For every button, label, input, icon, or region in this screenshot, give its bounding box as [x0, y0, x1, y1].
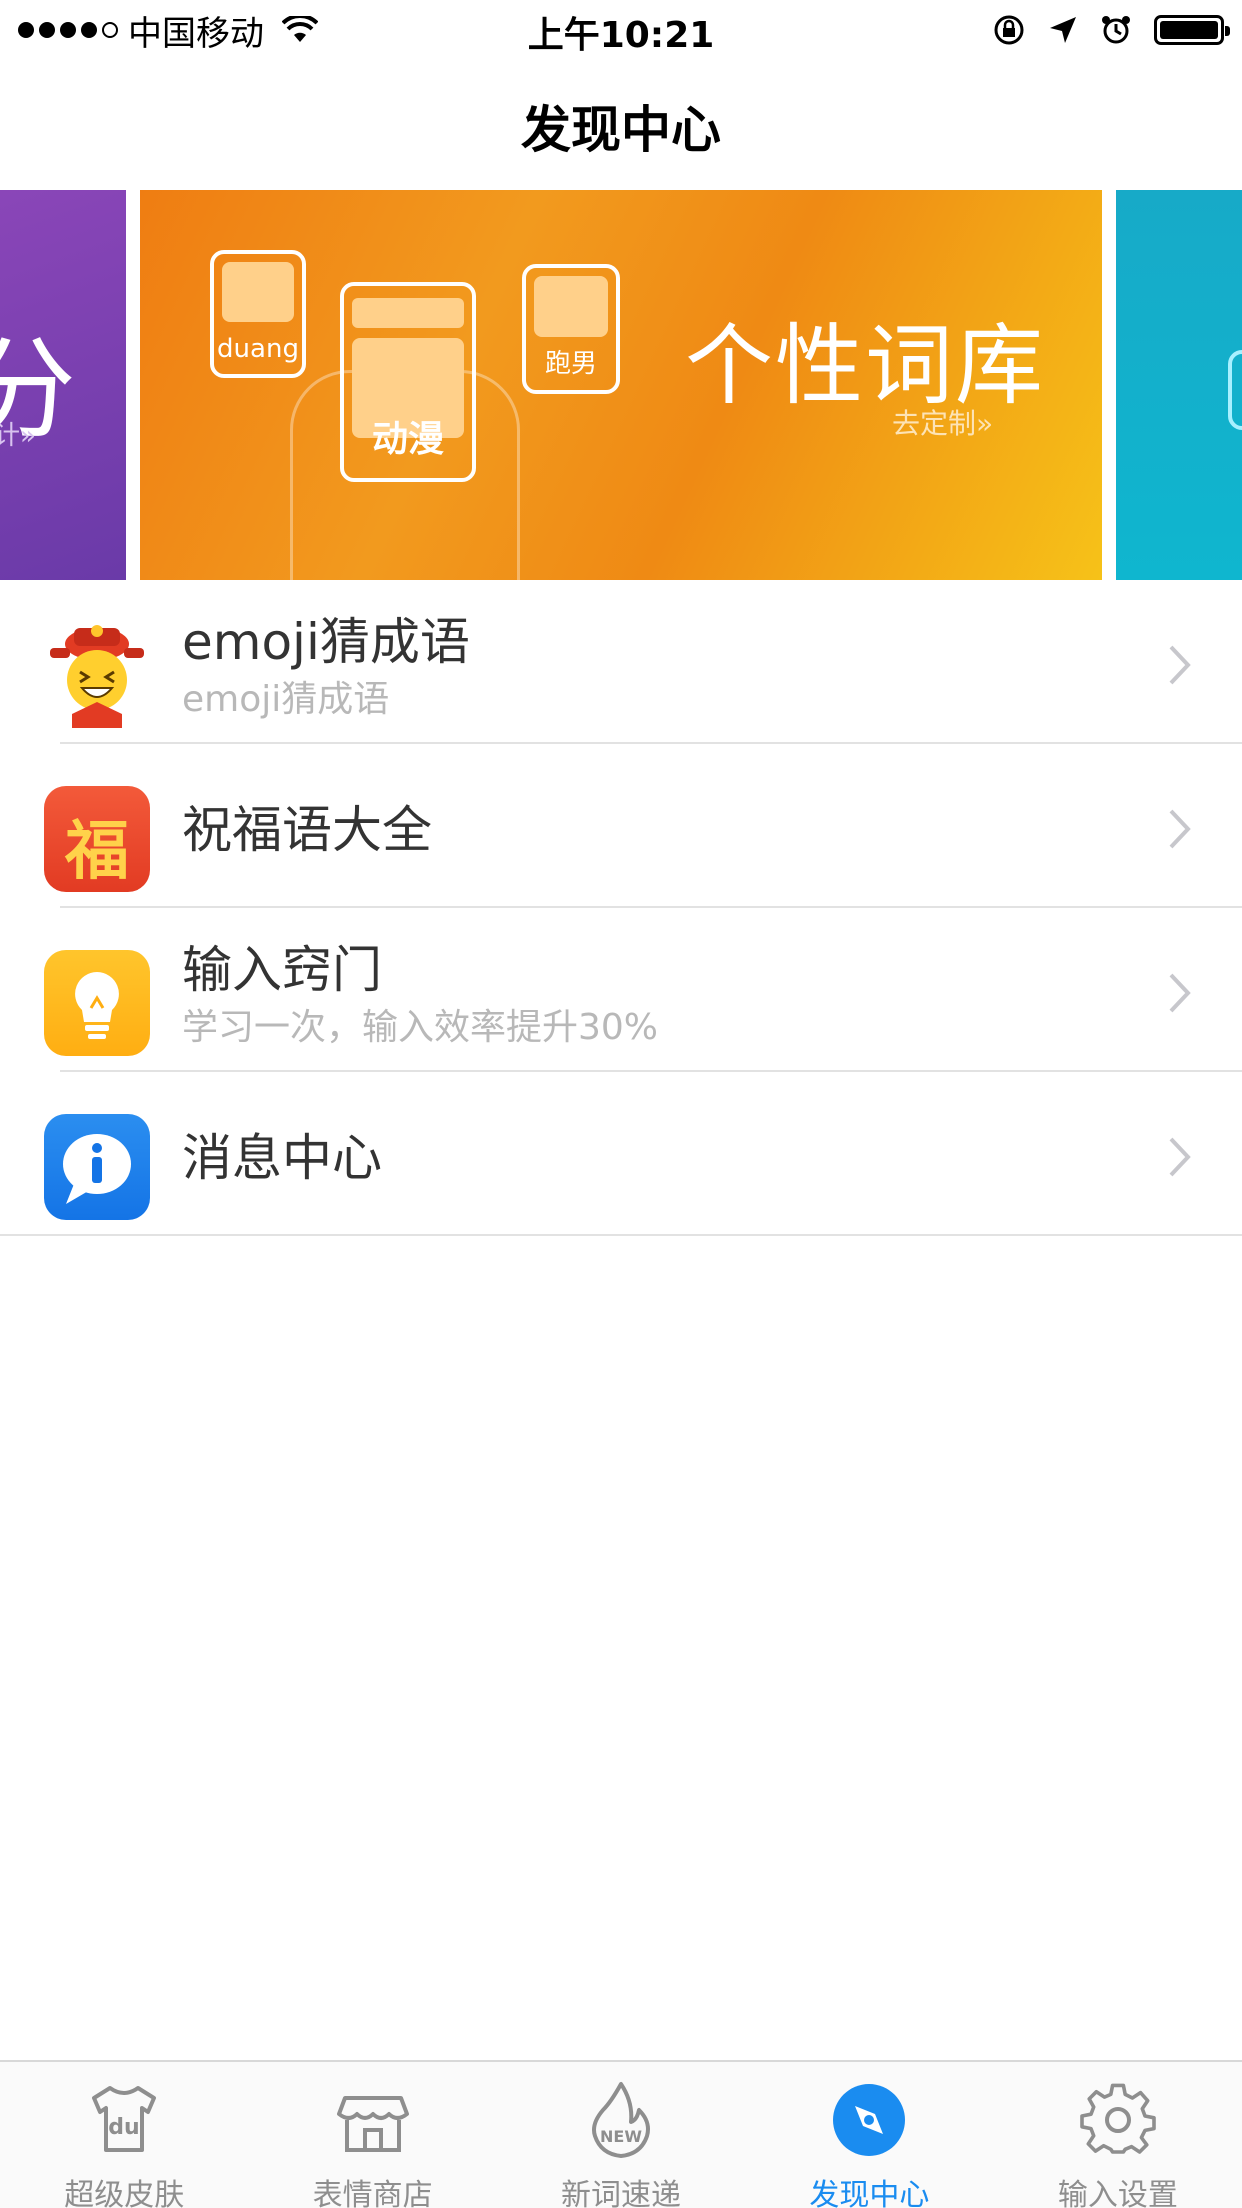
list-item-title: 消息中心	[182, 1129, 382, 1187]
tshirt-du-icon: du	[92, 2086, 157, 2152]
banner-slide-custom-lexicon[interactable]: duang 动漫 跑男 个性词库 去定制»	[140, 190, 1102, 580]
tab-label: 发现中心	[809, 2178, 930, 2208]
lightbulb-icon	[44, 950, 150, 1056]
blessing-fu-icon: 福	[44, 786, 150, 892]
tab-label: 表情商店	[312, 2178, 433, 2208]
list-item-input-tips[interactable]: 输入窍门 学习一次，输入效率提升30%	[0, 908, 1242, 1072]
chevron-right-icon	[1169, 973, 1191, 1013]
list-item-title: 输入窍门	[182, 941, 382, 999]
tab-label: 超级皮肤	[64, 2178, 185, 2208]
list-item-subtitle: 学习一次，输入效率提升30%	[182, 1007, 659, 1048]
discover-list: emoji猜成语 emoji猜成语 福 祝福语大全 输入窍门 学习一次，输入效率…	[0, 580, 1242, 1236]
sticker-label-duang: duang	[217, 334, 299, 364]
tab-new-words[interactable]: NEW 新词速递	[497, 2062, 745, 2208]
list-item-emoji-idiom[interactable]: emoji猜成语 emoji猜成语	[0, 580, 1242, 744]
svg-text:du: du	[108, 2115, 139, 2140]
emoji-official-icon	[44, 622, 150, 728]
chevron-right-icon	[1169, 645, 1191, 685]
tab-super-skins[interactable]: du 超级皮肤	[0, 2062, 248, 2208]
list-item-message-center[interactable]: 消息中心	[0, 1072, 1242, 1236]
list-item-subtitle: emoji猜成语	[182, 679, 390, 720]
banner-customize-link[interactable]: 去定制»	[892, 402, 993, 442]
banner-slide-prev[interactable]: 分 计»	[0, 190, 126, 580]
store-icon	[336, 2096, 409, 2152]
tab-bar: du 超级皮肤 表情商店 NEW 新词速递 发现中心 输入设置	[0, 2060, 1242, 2208]
list-item-title: emoji猜成语	[182, 613, 470, 671]
page-title: 发现中心	[521, 101, 721, 159]
info-bubble-icon	[44, 1114, 150, 1220]
svg-text:NEW: NEW	[600, 2127, 642, 2146]
banner-slide-next[interactable]	[1116, 190, 1242, 580]
tab-discover-center[interactable]: 发现中心	[745, 2062, 993, 2208]
rotation-lock-icon	[994, 15, 1024, 45]
runner-sticker-illustration: 跑男	[522, 264, 620, 394]
banner-prev-link: 计»	[0, 421, 36, 451]
tab-input-settings[interactable]: 输入设置	[994, 2062, 1242, 2208]
chevron-right-icon	[1169, 1137, 1191, 1177]
tab-label: 新词速递	[561, 2178, 682, 2208]
list-item-title: 祝福语大全	[182, 801, 432, 859]
banner-next-shape	[1228, 350, 1242, 430]
status-right	[992, 8, 1230, 52]
compass-icon	[833, 2084, 906, 2156]
alarm-icon	[1102, 16, 1130, 44]
gear-icon	[1080, 2083, 1156, 2154]
tab-emoji-store[interactable]: 表情商店	[248, 2062, 496, 2208]
location-arrow-icon	[1050, 17, 1076, 43]
anime-cat-sticker-illustration: 动漫	[340, 282, 476, 482]
chevron-right-icon	[1169, 809, 1191, 849]
battery-icon	[1154, 15, 1230, 45]
status-bar: 中国移动 上午10:21	[0, 0, 1242, 60]
tab-label: 输入设置	[1057, 2178, 1178, 2208]
sticker-label-anime: 动漫	[371, 419, 444, 460]
list-item-blessings[interactable]: 福 祝福语大全	[0, 744, 1242, 908]
duang-sticker-illustration: duang	[210, 250, 306, 378]
sticker-label-runner: 跑男	[544, 349, 597, 379]
banner-carousel[interactable]: 分 计» duang 动漫 跑男 个性词库 去定制»	[0, 190, 1242, 580]
new-flame-icon: NEW	[592, 2082, 651, 2158]
